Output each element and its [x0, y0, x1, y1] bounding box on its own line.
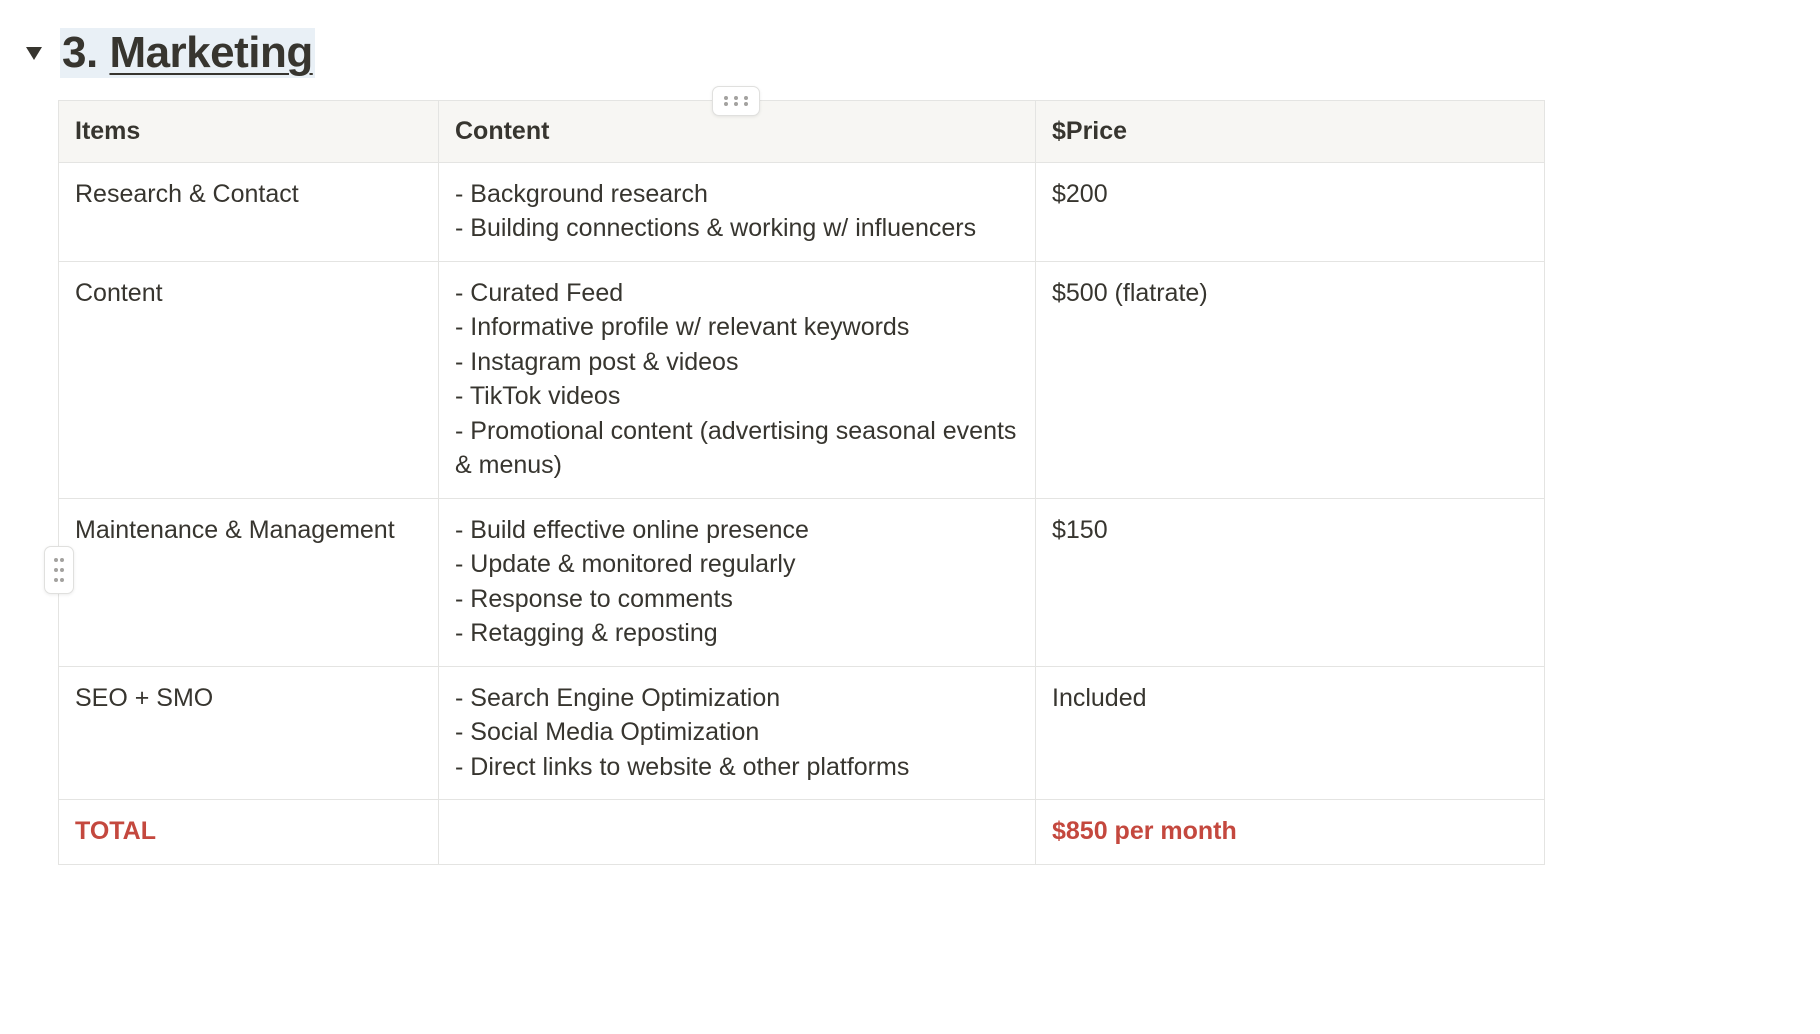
pricing-table-wrapper: Items Content $Price Research & Contact … [58, 100, 1545, 865]
heading-number: 3. [62, 28, 98, 77]
price-cell[interactable]: $500 (flatrate) [1035, 260, 1545, 499]
price-cell[interactable]: $150 [1035, 497, 1545, 667]
table-row: SEO + SMO - Search Engine Optimization -… [58, 665, 1545, 800]
price-cell[interactable]: Included [1035, 665, 1545, 800]
content-cell[interactable]: - Background research - Building connect… [438, 161, 1036, 262]
item-cell[interactable]: SEO + SMO [58, 665, 439, 800]
content-cell[interactable]: - Build effective online presence - Upda… [438, 497, 1036, 667]
table-row: Maintenance & Management - Build effecti… [58, 497, 1545, 667]
content-line: - TikTok videos [455, 382, 621, 410]
drag-dots-horizontal-icon[interactable] [712, 86, 760, 116]
content-cell[interactable]: - Curated Feed - Informative profile w/ … [438, 260, 1036, 499]
content-line: - Search Engine Optimization [455, 683, 781, 712]
content-line: - Instagram post & videos [455, 347, 739, 376]
header-cell-price[interactable]: $Price [1035, 100, 1545, 163]
toggle-heading: 3. Marketing [20, 28, 315, 78]
item-cell[interactable]: Content [58, 260, 439, 499]
section-heading[interactable]: 3. Marketing [60, 28, 315, 78]
table-header-row: Items Content $Price [58, 100, 1545, 163]
content-line: - Social Media Optimization [455, 718, 760, 746]
content-line: - Informative profile w/ relevant keywor… [455, 313, 910, 341]
total-content-cell[interactable] [438, 799, 1036, 865]
content-line: - Response to comments [455, 584, 733, 613]
content-line: - Direct links to website & other platfo… [455, 752, 910, 781]
total-row: TOTAL $850 per month [58, 799, 1545, 865]
heading-title: Marketing [109, 28, 313, 77]
drag-dots-vertical-icon[interactable] [44, 546, 74, 594]
price-cell[interactable]: $200 [1035, 161, 1545, 262]
triangle-down-icon[interactable] [20, 39, 48, 67]
content-line: - Building connections & working w/ infl… [455, 214, 977, 242]
content-line: - Promotional content (advertising seaso… [455, 416, 1017, 480]
content-line: - Curated Feed [455, 278, 624, 307]
table-row: Content - Curated Feed - Informative pro… [58, 260, 1545, 499]
content-cell[interactable]: - Search Engine Optimization - Social Me… [438, 665, 1036, 800]
content-line: - Build effective online presence [455, 515, 809, 544]
item-cell[interactable]: Research & Contact [58, 161, 439, 262]
table-row: Research & Contact - Background research… [58, 161, 1545, 262]
header-cell-items[interactable]: Items [58, 100, 439, 163]
content-line: - Update & monitored regularly [455, 550, 796, 578]
total-label-cell[interactable]: TOTAL [58, 799, 439, 865]
item-cell[interactable]: Maintenance & Management [58, 497, 439, 667]
content-line: - Retagging & reposting [455, 619, 718, 647]
total-price-cell[interactable]: $850 per month [1035, 799, 1545, 865]
pricing-table: Items Content $Price Research & Contact … [58, 100, 1545, 865]
content-line: - Background research [455, 179, 708, 208]
